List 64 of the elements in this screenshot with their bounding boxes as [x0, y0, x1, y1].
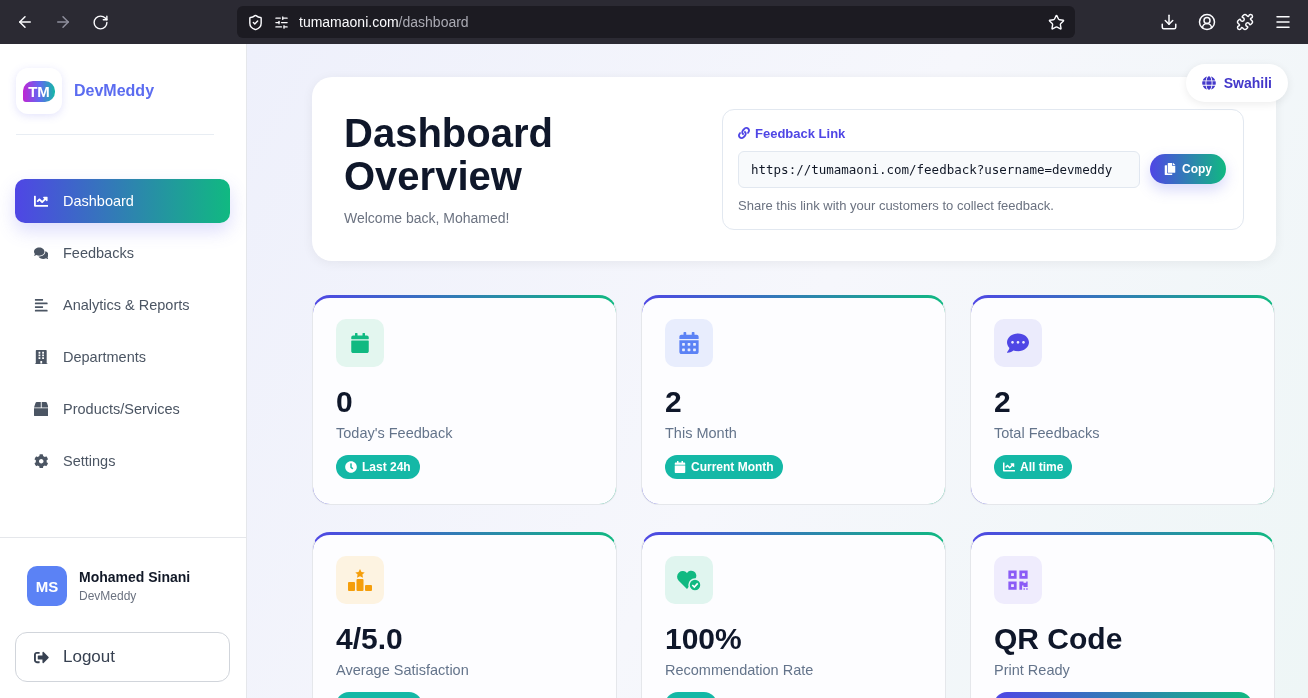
nav-item[interactable]: Settings: [15, 439, 230, 483]
chat-bubble-icon: [1007, 332, 1029, 354]
globe-icon: [1201, 76, 1216, 90]
feedback-link-hint: Share this link with your customers to collect feedback.: [738, 197, 1055, 213]
account-icon: [1198, 13, 1216, 31]
stat-badge: Last 24h: [336, 455, 420, 479]
copy-icon: [1164, 163, 1176, 175]
stat-label: Today's Feedback: [336, 425, 453, 441]
nav-item[interactable]: Products/Services: [15, 387, 230, 431]
logout-icon: [34, 649, 49, 665]
qr-code-icon: [1007, 569, 1029, 591]
shield-icon: [247, 13, 264, 31]
welcome-text: Welcome back, Mohamed!: [344, 210, 511, 226]
brand-logo: TM: [16, 68, 62, 114]
heart-check-icon: [676, 568, 702, 592]
menu-icon: [1274, 13, 1292, 31]
nav-item[interactable]: Departments: [15, 335, 230, 379]
language-button[interactable]: Swahili: [1185, 64, 1288, 102]
download-icon: [1160, 13, 1178, 31]
stat-value: QR Code: [994, 622, 1123, 656]
chat-bubbles-icon: [33, 245, 49, 261]
calendar-icon: [350, 333, 370, 353]
bar-chart-icon: [33, 297, 49, 313]
forward-arrow-icon: [54, 13, 72, 31]
feedback-link-label: Feedback Link: [755, 125, 846, 141]
reload-icon: [92, 13, 109, 31]
user-name: Mohamed Sinani: [79, 569, 191, 585]
logout-button[interactable]: Logout: [15, 632, 230, 682]
stat-value: 2: [665, 385, 682, 419]
stat-label: Print Ready: [994, 662, 1070, 678]
url-text: tumamaoni.com/dashboard: [299, 14, 470, 30]
nav-item[interactable]: Feedbacks: [15, 231, 230, 275]
user-organization: DevMeddy: [79, 589, 138, 603]
bookmark-star-icon[interactable]: [1048, 13, 1065, 31]
box-icon: [33, 401, 49, 417]
podium-icon: [348, 569, 372, 591]
chart-line-icon: [1003, 461, 1015, 473]
stat-value: 2: [994, 385, 1011, 419]
stat-badge: Current Month: [665, 455, 783, 479]
feedback-link-field[interactable]: https://tumamaoni.com/feedback?username=devmeddy: [738, 150, 1140, 188]
stat-value: 0: [336, 385, 353, 419]
link-icon: [738, 127, 750, 139]
stat-value: 4/5.0: [336, 622, 403, 656]
sliders-icon: [274, 14, 289, 30]
calendar-icon: [678, 332, 700, 354]
nav-item[interactable]: Dashboard: [15, 179, 230, 223]
stat-label: This Month: [665, 425, 737, 441]
address-bar[interactable]: tumamaoni.com/dashboard: [237, 6, 1075, 38]
puzzle-icon: [1236, 13, 1254, 31]
stat-label: Recommendation Rate: [665, 662, 814, 678]
chart-line-icon: [33, 193, 49, 209]
stat-value: 100%: [665, 622, 742, 656]
stat-badge: All time: [994, 455, 1073, 479]
clock-icon: [345, 461, 357, 473]
brand-name: DevMeddy: [74, 82, 155, 100]
user-avatar: MS: [27, 566, 67, 606]
settings-icon: [33, 453, 49, 469]
page-title: Dashboard Overview: [344, 112, 554, 198]
nav-item[interactable]: Analytics & Reports: [15, 283, 230, 327]
stat-label: Total Feedbacks: [994, 425, 1100, 441]
calendar-icon: [674, 461, 686, 473]
copy-button[interactable]: Copy: [1150, 154, 1226, 184]
stat-label: Average Satisfaction: [336, 662, 469, 678]
building-icon: [33, 349, 49, 365]
